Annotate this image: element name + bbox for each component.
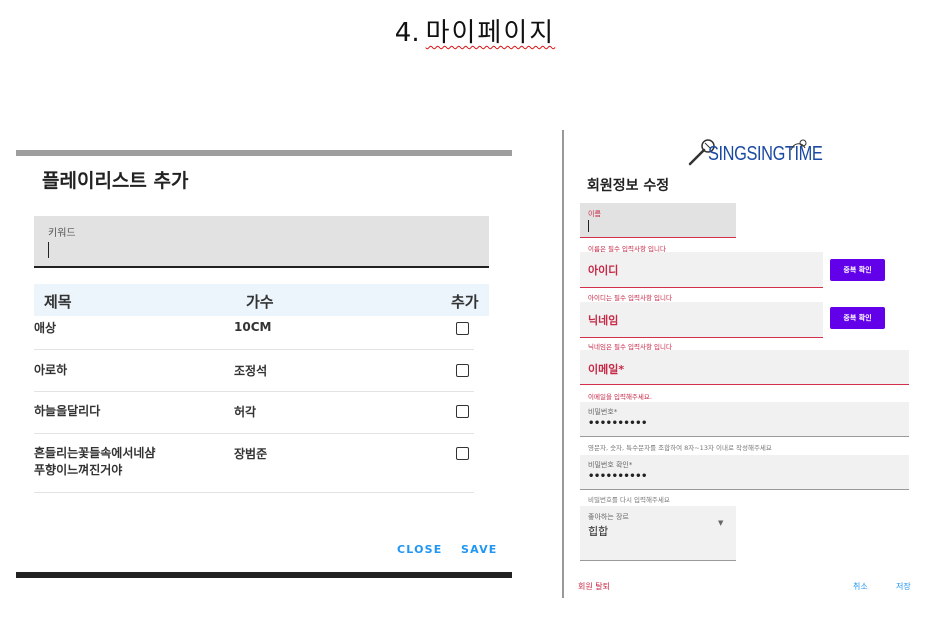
genre-value: 힙합 <box>588 525 609 538</box>
column-header-singer: 가수 <box>246 293 274 311</box>
keyword-label: 키워드 <box>48 228 76 239</box>
nickname-label: 닉네임 <box>588 314 619 327</box>
song-singer: 조정석 <box>234 364 268 378</box>
song-singer: 10CM <box>234 320 272 334</box>
cancel-button[interactable]: 취소 <box>853 581 868 592</box>
form-title: 회원정보 수정 <box>587 178 670 194</box>
page-title: 4. 마이페이지 <box>0 12 950 49</box>
section-divider <box>562 130 564 598</box>
song-title: 하늘을달리다 <box>34 404 101 418</box>
add-checkbox[interactable] <box>456 447 469 460</box>
password-confirm-label: 비밀번호 확인* <box>588 461 633 469</box>
close-button[interactable]: CLOSE <box>397 543 442 556</box>
save-form-button[interactable]: 저장 <box>896 581 911 592</box>
email-label: 이메일* <box>588 363 625 376</box>
page-title-text: 마이페이지 <box>425 18 556 48</box>
password-input[interactable]: 비밀번호* •••••••••• <box>580 402 909 437</box>
table-row: 아로하 조정석 <box>34 350 474 392</box>
email-input[interactable]: 이메일* <box>580 350 909 385</box>
song-title: 애상 <box>34 321 57 335</box>
password-value: •••••••••• <box>588 418 647 429</box>
password-confirm-value: •••••••••• <box>588 471 647 482</box>
id-helper: 아이디는 필수 입력사항 입니다 <box>588 294 672 302</box>
save-button[interactable]: SAVE <box>461 543 498 556</box>
table-row: 애상 10CM <box>34 316 474 350</box>
table-header: 제목 가수 추가 <box>34 284 489 316</box>
song-singer: 허각 <box>234 405 257 419</box>
dialog-backdrop-strip <box>16 572 512 578</box>
genre-select[interactable]: 좋아하는 장르 힙합 ▼ <box>580 506 736 561</box>
name-label: 이름 <box>588 210 601 218</box>
id-label: 아이디 <box>588 264 619 277</box>
music-note-icon <box>790 139 807 151</box>
page-number: 4. <box>394 18 420 48</box>
table-row: 흔들리는꽃들속에서네샴 푸향이느껴진거야 장범준 <box>34 434 474 493</box>
song-title-line: 흔들리는꽃들속에서네샴 <box>34 446 156 460</box>
song-singer: 장범준 <box>234 447 268 461</box>
column-header-title: 제목 <box>44 293 72 311</box>
password-confirm-helper: 비밀번호를 다시 입력해주세요 <box>588 496 670 504</box>
add-checkbox[interactable] <box>456 364 469 377</box>
chevron-down-icon: ▼ <box>718 519 724 527</box>
table-row: 하늘을달리다 허각 <box>34 392 474 434</box>
song-title-line: 푸향이느껴진거야 <box>34 463 123 477</box>
nickname-duplicate-check-button[interactable]: 중복 확인 <box>830 307 885 329</box>
genre-label: 좋아하는 장르 <box>588 513 629 521</box>
password-label: 비밀번호* <box>588 408 618 416</box>
dialog-top-bar <box>16 150 512 156</box>
id-duplicate-check-button[interactable]: 중복 확인 <box>830 259 885 281</box>
password-helper: 영문자, 숫자, 특수문자를 조합하여 8자~13자 이내로 작성해주세요 <box>588 444 772 452</box>
text-caret <box>48 242 49 258</box>
song-title: 아로하 <box>34 363 68 377</box>
song-title: 흔들리는꽃들속에서네샴 푸향이느껴진거야 <box>34 445 155 479</box>
text-caret <box>588 220 589 232</box>
playlist-dialog: 플레이리스트 추가 키워드 제목 가수 추가 애상 10CM 아로하 조정석 하… <box>16 150 512 578</box>
name-input[interactable]: 이름 <box>580 203 736 238</box>
add-checkbox[interactable] <box>456 322 469 335</box>
dialog-title: 플레이리스트 추가 <box>42 170 189 192</box>
id-input[interactable]: 아이디 <box>580 252 823 288</box>
password-confirm-input[interactable]: 비밀번호 확인* •••••••••• <box>580 455 909 490</box>
keyword-input[interactable]: 키워드 <box>34 216 489 268</box>
email-helper: 이메일을 입력해주세요. <box>588 393 652 401</box>
column-header-add: 추가 <box>451 293 479 311</box>
add-checkbox[interactable] <box>456 405 469 418</box>
nickname-input[interactable]: 닉네임 <box>580 302 823 338</box>
withdraw-button[interactable]: 회원 탈퇴 <box>578 581 610 592</box>
